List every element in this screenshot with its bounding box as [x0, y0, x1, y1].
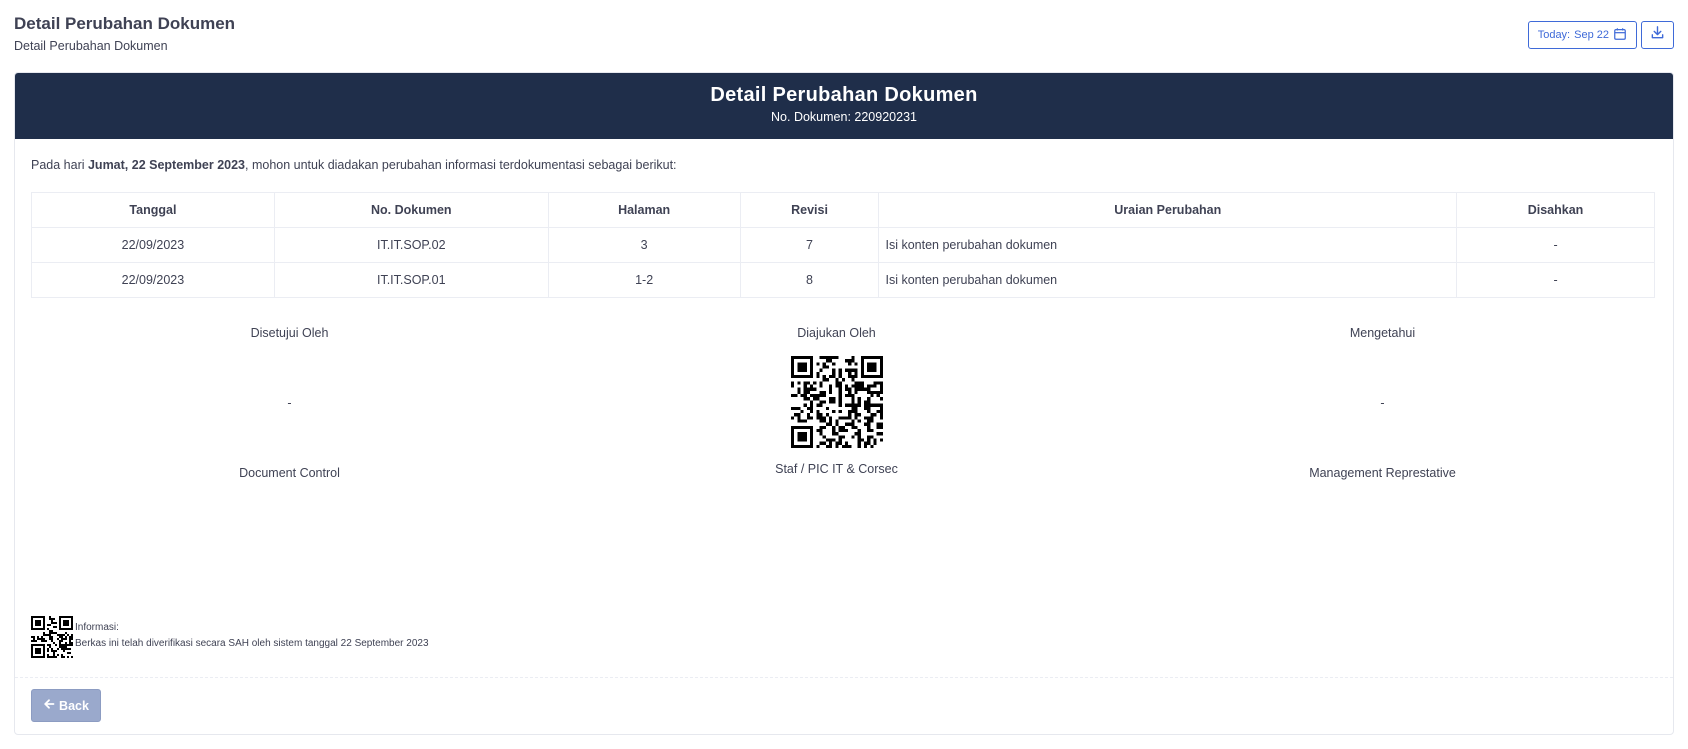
table-row: 22/09/2023 IT.IT.SOP.02 3 7 Isi konten p…: [31, 227, 1655, 263]
signature-role: Disetujui Oleh: [250, 326, 329, 340]
document-number-value: 220920231: [854, 110, 917, 124]
cell-no-dokumen: IT.IT.SOP.02: [273, 227, 549, 263]
cell-revisi: 7: [739, 227, 880, 263]
download-button[interactable]: [1641, 21, 1674, 49]
today-date-button[interactable]: Today: Sep 22: [1527, 21, 1637, 49]
cell-disahkan: -: [1456, 227, 1655, 263]
toolbar: Today: Sep 22: [1527, 21, 1674, 49]
cell-revisi: 8: [739, 262, 880, 298]
signature-role: Diajukan Oleh: [797, 326, 876, 340]
column-header-revisi: Revisi: [739, 192, 880, 228]
signature-submitted-by: Diajukan Oleh Staf / PIC IT & Corsec: [563, 326, 1110, 476]
intro-suffix: , mohon untuk diadakan perubahan informa…: [245, 158, 677, 172]
column-header-no-dokumen: No. Dokumen: [273, 192, 549, 228]
page-title: Detail Perubahan Dokumen: [14, 14, 236, 33]
signature-value: -: [287, 396, 292, 410]
download-icon: [1650, 25, 1665, 45]
table-row: 22/09/2023 IT.IT.SOP.01 1-2 8 Isi konten…: [31, 262, 1655, 298]
back-label: Back: [59, 698, 89, 713]
cell-halaman: 1-2: [547, 262, 741, 298]
document-card: Detail Perubahan Dokumen No. Dokumen: 22…: [14, 72, 1674, 735]
today-value: Sep 22: [1574, 29, 1609, 41]
page-subtitle: Detail Perubahan Dokumen: [14, 39, 168, 53]
intro-prefix: Pada hari: [31, 158, 88, 172]
signature-acknowledged-by: Mengetahui - Management Represtative: [1109, 326, 1656, 480]
verification-text: Informasi: Berkas ini telah diverifikasi…: [75, 620, 429, 652]
signature-role: Mengetahui: [1349, 326, 1416, 340]
card-header: Detail Perubahan Dokumen No. Dokumen: 22…: [15, 73, 1673, 139]
signature-qr-code: [790, 356, 883, 448]
verification-info: Informasi: Berkas ini telah diverifikasi…: [31, 616, 429, 663]
signature-approved-by: Disetujui Oleh - Document Control: [16, 326, 563, 480]
changes-table: Tanggal No. Dokumen Halaman Revisi Uraia…: [31, 192, 1655, 298]
column-header-tanggal: Tanggal: [31, 192, 275, 228]
footer-divider: [15, 677, 1673, 678]
column-header-halaman: Halaman: [547, 192, 741, 228]
today-label: Today:: [1537, 29, 1571, 41]
intro-text: Pada hari Jumat, 22 September 2023, moho…: [31, 158, 677, 172]
cell-tanggal: 22/09/2023: [31, 262, 275, 298]
verification-qr-code: [31, 616, 73, 663]
verification-label: Informasi:: [75, 622, 119, 633]
verification-message: Berkas ini telah diverifikasi secara SAH…: [75, 638, 429, 649]
signature-value: -: [1380, 396, 1385, 410]
back-button[interactable]: Back: [31, 689, 101, 722]
signature-name: Staf / PIC IT & Corsec: [775, 462, 898, 476]
cell-no-dokumen: IT.IT.SOP.01: [273, 262, 549, 298]
intro-date: Jumat, 22 September 2023: [87, 158, 246, 172]
column-header-uraian-perubahan: Uraian Perubahan: [878, 192, 1458, 228]
card-title: Detail Perubahan Dokumen: [710, 84, 978, 106]
cell-uraian-perubahan: Isi konten perubahan dokumen: [878, 262, 1458, 298]
cell-disahkan: -: [1456, 262, 1655, 298]
signature-name: Document Control: [239, 466, 340, 480]
page-header: Detail Perubahan Dokumen Detail Perubaha…: [14, 14, 235, 54]
document-number: No. Dokumen: 220920231: [15, 109, 1673, 125]
arrow-left-icon: [43, 698, 55, 713]
calendar-icon: [1613, 27, 1627, 44]
column-header-disahkan: Disahkan: [1456, 192, 1655, 228]
table-header-row: Tanggal No. Dokumen Halaman Revisi Uraia…: [31, 192, 1655, 228]
cell-tanggal: 22/09/2023: [31, 227, 275, 263]
cell-uraian-perubahan: Isi konten perubahan dokumen: [878, 227, 1458, 263]
document-number-label: No. Dokumen:: [771, 110, 851, 124]
cell-halaman: 3: [547, 227, 741, 263]
signature-name: Management Represtative: [1309, 466, 1456, 480]
